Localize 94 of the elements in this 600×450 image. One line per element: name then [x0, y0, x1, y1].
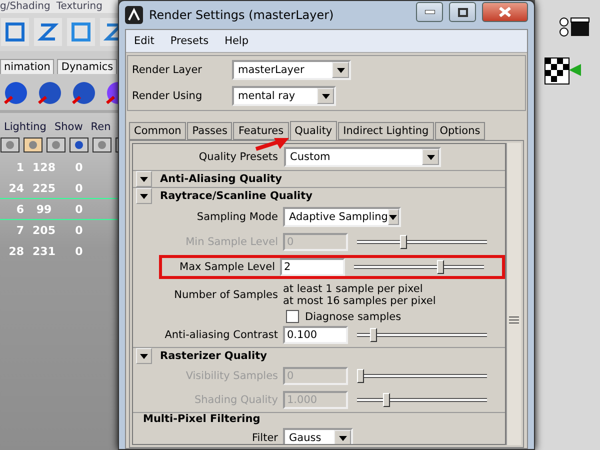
setting-label: Max Sample Level	[178, 261, 275, 273]
dropdown-arrow-icon	[336, 68, 344, 72]
table-cell-text: 0	[74, 182, 84, 194]
dropdown[interactable]: Gauss	[283, 428, 353, 444]
section-title: Multi-Pixel Filtering	[143, 413, 260, 425]
pointer-arrow	[254, 137, 290, 151]
menu-item[interactable]: Edit	[134, 35, 154, 47]
tab[interactable]: Indirect Lighting	[338, 122, 434, 140]
menu-item[interactable]: g/Shading	[0, 0, 50, 13]
tab[interactable]: Quality	[290, 121, 338, 141]
close-icon	[499, 7, 511, 17]
field-label: Render Using	[132, 90, 204, 102]
tab[interactable]: Options	[434, 122, 486, 140]
collapse-button[interactable]	[136, 348, 152, 364]
setting-label: Min Sample Level	[184, 236, 278, 248]
dropdown-button[interactable]	[422, 149, 439, 165]
section-title: Anti-Aliasing Quality	[160, 173, 282, 185]
info-text: at most 16 samples per pixel	[283, 295, 436, 307]
dropdown-button[interactable]	[334, 430, 351, 444]
dropdown-arrow-icon	[389, 214, 398, 220]
slider-thumb[interactable]	[436, 260, 444, 274]
shelf-tab[interactable]: Dynamics	[57, 59, 118, 74]
dropdown-arrow-icon	[140, 194, 148, 198]
setting-label: Filter	[250, 432, 278, 444]
app-logo-icon	[125, 6, 143, 24]
info-text: at least 1 sample per pixel	[283, 283, 424, 295]
viewport-tool-icon[interactable]	[69, 137, 89, 153]
dropdown-arrow-icon	[140, 176, 148, 182]
scroll-bar[interactable]	[506, 143, 521, 445]
maximize-button[interactable]	[449, 2, 476, 22]
table-cell-text: 225	[32, 182, 56, 194]
dropdown-button[interactable]	[317, 88, 334, 104]
table-cell-text: 28	[8, 244, 24, 258]
shelf-tool-icon[interactable]	[66, 17, 96, 47]
section-title: Raytrace/Scanline Quality	[160, 190, 313, 202]
table-cell-text: 205	[32, 224, 56, 236]
setting-label: Shading Quality	[193, 394, 278, 406]
dropdown-button[interactable]	[388, 209, 399, 225]
close-button[interactable]	[482, 2, 528, 22]
menu-item[interactable]: Lighting	[4, 121, 46, 133]
shelf-tool-icon[interactable]	[0, 17, 30, 47]
viewport-tool-icon[interactable]	[0, 137, 20, 153]
table-cell-text: 99	[35, 202, 53, 216]
menu-item[interactable]: Ren	[90, 121, 111, 133]
dropdown-button[interactable]	[332, 62, 349, 78]
dropdown-arrow-icon	[338, 436, 346, 440]
tab[interactable]: Passes	[187, 122, 232, 140]
section-title: Rasterizer Quality	[160, 350, 267, 362]
dropdown[interactable]: Custom	[284, 147, 441, 167]
shelf-tab[interactable]: nimation	[0, 59, 54, 74]
table-cell-text: 0	[74, 202, 84, 216]
input-field[interactable]: 2	[280, 258, 345, 276]
table-cell-text: 7	[15, 224, 24, 236]
table-cell-text: 0	[74, 244, 84, 258]
table-cell-text: 128	[32, 160, 56, 174]
table-cell-text: 24	[8, 182, 24, 194]
setting-label: Quality Presets	[198, 151, 278, 163]
dropdown-arrow-icon	[140, 354, 148, 358]
menu-item[interactable]: Show	[54, 121, 83, 133]
minimize-button[interactable]	[416, 2, 443, 22]
viewport-tool-icon[interactable]	[23, 137, 43, 153]
table-cell-text: 231	[32, 244, 56, 258]
setting-label: Number of Samples	[173, 289, 278, 301]
checkbox[interactable]	[286, 310, 299, 323]
shelf-tool-icon[interactable]	[33, 17, 63, 47]
setting-label: Anti-aliasing Contrast	[164, 329, 278, 341]
slider-thumb[interactable]	[370, 328, 377, 342]
table-cell-text: 1	[15, 160, 24, 174]
input-field[interactable]: 0.100	[283, 326, 348, 344]
viewport-tool-icon[interactable]	[46, 137, 66, 153]
table-cell-text: 0	[74, 224, 84, 236]
menu-item[interactable]: Help	[224, 35, 249, 47]
tab[interactable]: Common	[129, 122, 186, 140]
setting-label: Sampling Mode	[196, 211, 278, 223]
window-title: Render Settings (masterLayer)	[149, 8, 335, 22]
menu-item[interactable]: Presets	[170, 35, 209, 47]
table-cell-text: 0	[74, 160, 84, 174]
dropdown[interactable]: Adaptive Sampling	[283, 207, 401, 227]
dropdown[interactable]: masterLayer	[232, 60, 351, 80]
checkbox-label: Diagnose samples	[305, 310, 402, 322]
field-label: Render Layer	[132, 64, 203, 76]
menu-item[interactable]: Texturing	[56, 0, 102, 13]
maximize-icon	[458, 8, 468, 16]
minimize-icon	[424, 10, 434, 14]
grip-icon	[509, 315, 519, 325]
dropdown-arrow-icon	[322, 94, 330, 98]
viewport-tool-icon[interactable]	[92, 137, 112, 153]
dropdown[interactable]: mental ray	[232, 86, 336, 106]
collapse-button[interactable]	[136, 171, 152, 187]
setting-label: Visibility Samples	[184, 370, 278, 382]
dropdown-arrow-icon	[426, 154, 434, 160]
table-cell-text: 6	[15, 202, 24, 216]
tab[interactable]: Features	[233, 122, 289, 140]
collapse-button[interactable]	[136, 188, 152, 204]
